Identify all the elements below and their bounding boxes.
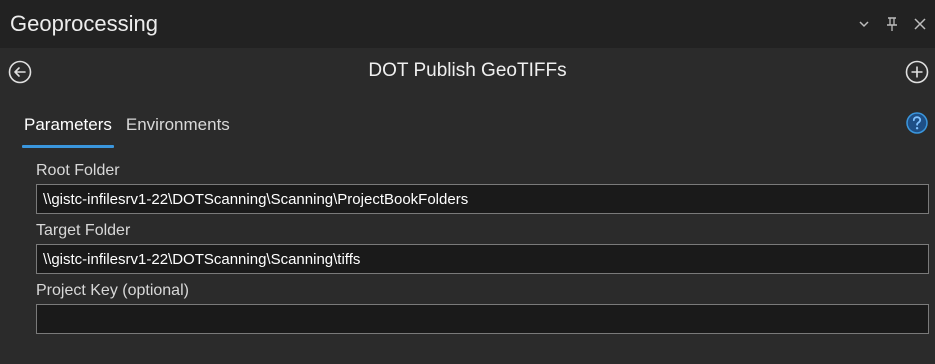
geoprocessing-pane: Geoprocessing DOT Publish GeoTIFFs Param… (0, 0, 935, 364)
tab-strip: Parameters Environments (22, 110, 232, 148)
tab-environments[interactable]: Environments (124, 110, 232, 144)
param-project-key: Project Key (optional) (36, 280, 929, 334)
add-circle-icon (905, 60, 929, 84)
pane-title: Geoprocessing (10, 11, 158, 36)
tool-header: DOT Publish GeoTIFFs (0, 52, 935, 92)
help-button[interactable] (905, 111, 929, 135)
close-icon[interactable] (909, 13, 931, 35)
title-bar: Geoprocessing (0, 0, 935, 48)
param-target-folder: Target Folder (36, 220, 929, 274)
pin-icon[interactable] (881, 13, 903, 35)
parameters-panel: Root Folder Target Folder Project Key (o… (36, 160, 929, 340)
root-folder-input[interactable] (36, 184, 929, 214)
project-key-input[interactable] (36, 304, 929, 334)
add-button[interactable] (903, 58, 931, 86)
help-circle-icon (906, 112, 928, 134)
param-label: Target Folder (36, 222, 131, 239)
chevron-down-icon[interactable] (853, 13, 875, 35)
tool-title: DOT Publish GeoTIFFs (368, 60, 567, 81)
tab-parameters[interactable]: Parameters (22, 110, 114, 148)
param-label: Root Folder (36, 162, 120, 179)
param-root-folder: Root Folder (36, 160, 929, 214)
window-controls (853, 10, 931, 38)
param-label: Project Key (optional) (36, 282, 189, 299)
target-folder-input[interactable] (36, 244, 929, 274)
